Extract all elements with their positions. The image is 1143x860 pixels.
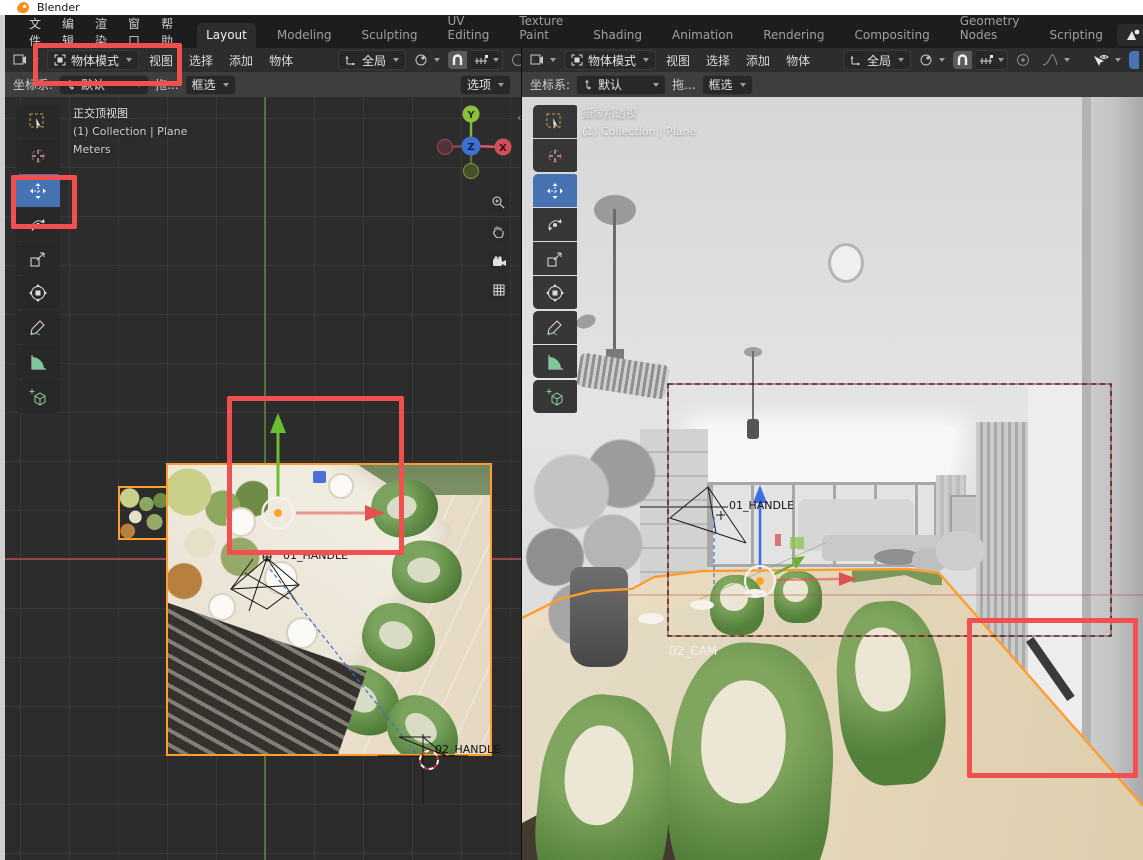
view-name-label: 摄像机透视 (1) Collection | Plane (582, 105, 696, 141)
tool-annotate[interactable] (533, 311, 577, 344)
window-title: Blender (37, 1, 80, 14)
tab-modeling[interactable]: Modeling (268, 23, 341, 48)
drag-label[interactable]: 拖... (672, 76, 695, 93)
pendant-tube-light (576, 352, 670, 400)
select-mode-dropdown[interactable]: 框选 (702, 75, 753, 95)
tab-layout[interactable]: Layout (197, 23, 256, 48)
tab-animation[interactable]: Animation (663, 23, 742, 48)
tool-measure[interactable] (16, 345, 60, 378)
tool-scale[interactable] (16, 242, 60, 275)
navigation-gizmo[interactable]: Y Z X ‹ (425, 97, 521, 312)
menu-select[interactable]: 选择 (700, 52, 736, 69)
viewport-splitter[interactable] (521, 48, 522, 860)
viewport-right-header: 物体模式 视图 选择 添加 物体 全局 (522, 48, 1143, 72)
tool-move[interactable] (533, 174, 577, 207)
armchair (936, 531, 984, 571)
tab-sculpting[interactable]: Sculpting (352, 23, 426, 48)
snap-target-dropdown[interactable] (976, 50, 1008, 70)
tool-cursor[interactable] (16, 139, 60, 172)
menu-object[interactable]: 物体 (780, 52, 816, 69)
pendant-rod-2 (752, 351, 754, 421)
menu-object[interactable]: 物体 (263, 52, 299, 69)
blender-logo-icon (18, 2, 29, 13)
workspace-tabs: Layout Modeling Sculpting UV Editing Tex… (197, 9, 1143, 48)
annotation-rect-floor-corner (967, 618, 1138, 778)
toolbar-right (533, 105, 579, 413)
view-name-label: 正交顶视图 (1) Collection | Plane Meters (73, 105, 187, 159)
breadcrumb: (1) Collection | Plane (582, 123, 696, 141)
plane-texture-notch[interactable] (118, 486, 168, 540)
snap-toggle[interactable] (953, 51, 972, 69)
tool-measure[interactable] (533, 345, 577, 378)
scene-selector[interactable] (1117, 24, 1143, 46)
ceiling-cove (688, 427, 956, 487)
tab-uv-editing[interactable]: UV Editing (439, 9, 499, 48)
window-left-border (0, 15, 5, 860)
tool-annotate[interactable] (16, 311, 60, 344)
svg-text:Y: Y (466, 110, 475, 121)
tab-compositing[interactable]: Compositing (845, 23, 938, 48)
transform-orientation-dropdown[interactable]: 全局 (338, 50, 406, 70)
units-label: Meters (73, 141, 187, 159)
toolbar-left (16, 105, 62, 413)
zoom-button[interactable] (487, 191, 509, 213)
camera-view-button[interactable] (488, 251, 510, 273)
menu-add[interactable]: 添加 (223, 52, 259, 69)
tool-add-primitive[interactable] (16, 380, 60, 413)
tool-transform[interactable] (16, 276, 60, 309)
pivot-point-dropdown[interactable] (915, 51, 949, 69)
plant-vase (570, 567, 628, 667)
menu-view[interactable]: 视图 (660, 52, 696, 69)
coord-label: 坐标系: (530, 76, 570, 93)
breadcrumb: (1) Collection | Plane (73, 123, 187, 141)
gizmo-axis-y-neg (464, 164, 479, 179)
tool-transform[interactable] (533, 276, 577, 309)
annotation-rect-mode-dropdown (33, 43, 182, 86)
blender-window: Blender 文件 编辑 渲染 窗口 帮助 Layout Modeling S… (0, 0, 1143, 860)
chair-far (774, 571, 822, 623)
proportional-edit-toggle[interactable] (1012, 51, 1034, 69)
snap-target-dropdown[interactable] (471, 50, 503, 70)
select-mode-dropdown[interactable]: 框选 (185, 75, 236, 95)
tab-scripting[interactable]: Scripting (1041, 23, 1112, 48)
annotation-rect-move-tool (11, 175, 77, 229)
tab-rendering[interactable]: Rendering (754, 23, 833, 48)
tab-texture-paint[interactable]: Texture Paint (510, 9, 572, 48)
options-dropdown[interactable]: 选项 (460, 75, 511, 95)
ortho-toggle-button[interactable] (488, 279, 510, 301)
svg-text:Z: Z (467, 142, 474, 153)
chair-far (710, 575, 764, 635)
gizmo-toggle-clipped[interactable] (1129, 51, 1139, 69)
tool-scale[interactable] (533, 242, 577, 275)
mode-dropdown[interactable]: 物体模式 (564, 50, 656, 70)
menu-select[interactable]: 选择 (183, 52, 219, 69)
coord-system-dropdown[interactable]: 默认 (576, 75, 666, 95)
proportional-falloff-dropdown[interactable] (1038, 51, 1074, 69)
menu-add[interactable]: 添加 (740, 52, 776, 69)
pendant-head-2 (747, 419, 759, 439)
tool-select-box[interactable] (533, 105, 577, 138)
tool-cursor[interactable] (533, 139, 577, 172)
pendant-rod (613, 209, 616, 351)
object-visibility-dropdown[interactable] (1088, 51, 1125, 69)
tool-select-box[interactable] (16, 105, 60, 138)
ceiling-vent (828, 243, 864, 283)
annotation-rect-gizmo (227, 396, 404, 555)
tool-rotate[interactable] (533, 208, 577, 241)
svg-text:X: X (499, 143, 507, 154)
proportional-edit-toggle-clipped[interactable] (507, 51, 521, 69)
tab-geometry-nodes[interactable]: Geometry Nodes (951, 9, 1029, 48)
tab-shading[interactable]: Shading (584, 23, 651, 48)
tool-add-primitive[interactable] (533, 380, 577, 413)
snap-toggle[interactable] (448, 51, 467, 69)
pan-button[interactable] (487, 220, 509, 242)
transform-orientation-dropdown[interactable]: 全局 (843, 50, 911, 70)
viewport-right-toolsettings: 坐标系: 默认 拖... 框选 (522, 72, 1143, 97)
gizmo-axis-x-neg (438, 140, 453, 155)
pivot-point-dropdown[interactable] (410, 51, 444, 69)
editor-type-dropdown[interactable] (526, 51, 560, 69)
